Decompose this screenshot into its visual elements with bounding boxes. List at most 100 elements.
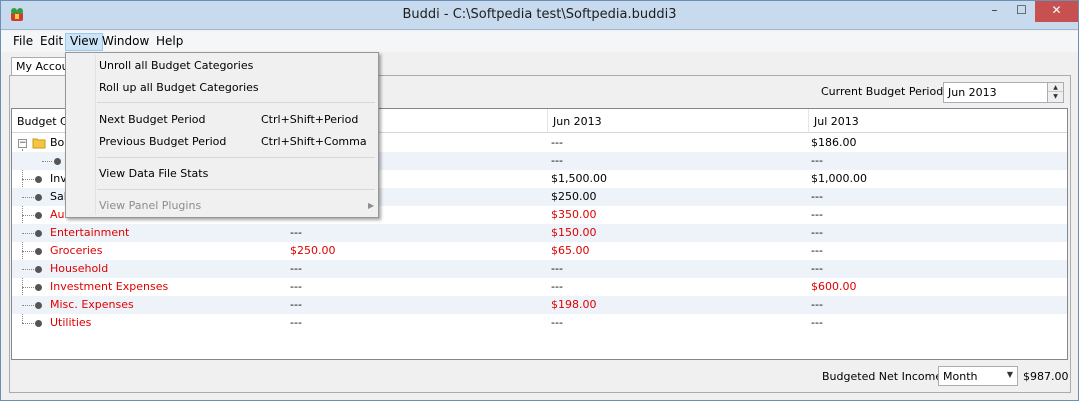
budget-period-spinner[interactable]: Jun 2013 ▲ ▼	[943, 82, 1064, 103]
cell-may: $250.00	[290, 244, 336, 257]
menu-separator	[97, 157, 375, 158]
cell-jul: ---	[811, 154, 823, 167]
app-window: Buddi - C:\Softpedia test\Softpedia.budd…	[0, 0, 1079, 401]
cell-jul: ---	[811, 226, 823, 239]
menu-help[interactable]: Help	[152, 33, 187, 51]
menu-item-rollup-categories[interactable]: Roll up all Budget Categories	[99, 78, 259, 98]
cell-jun: $350.00	[551, 208, 597, 221]
bullet-icon	[35, 266, 42, 273]
cell-jun: $250.00	[551, 190, 597, 203]
menu-icon-gutter	[68, 55, 96, 215]
cell-may: ---	[290, 226, 302, 239]
category-name: Household	[50, 262, 109, 275]
table-row[interactable]: Entertainment --- $150.00 ---	[12, 224, 1067, 242]
collapse-icon[interactable]: −	[18, 139, 27, 148]
cell-jul: ---	[811, 244, 823, 257]
spin-up-icon[interactable]: ▲	[1048, 83, 1063, 92]
menu-item-panel-plugins: View Panel Plugins	[99, 199, 202, 212]
minimize-button[interactable]: –	[981, 1, 1008, 22]
menu-edit[interactable]: Edit	[36, 33, 67, 51]
cell-jun: ---	[551, 154, 563, 167]
shortcut-next-period: Ctrl+Shift+Period	[261, 113, 359, 126]
cell-jun: $198.00	[551, 298, 597, 311]
tree-connector	[22, 215, 34, 216]
category-name: Misc. Expenses	[50, 298, 134, 311]
cell-may: ---	[290, 262, 302, 275]
window-title: Buddi - C:\Softpedia test\Softpedia.budd…	[402, 7, 677, 22]
tree-connector	[22, 323, 34, 324]
cell-jul: $600.00	[811, 280, 857, 293]
bullet-icon	[35, 284, 42, 291]
cell-jul: $1,000.00	[811, 172, 867, 185]
spin-down-icon[interactable]: ▼	[1048, 92, 1063, 101]
menu-separator	[97, 189, 375, 190]
menu-item-unroll-categories[interactable]: Unroll all Budget Categories	[99, 56, 253, 76]
menu-item-previous-period[interactable]: Previous Budget Period	[99, 132, 226, 152]
column-header-jun[interactable]: Jun 2013	[548, 109, 809, 133]
cell-jun: ---	[551, 316, 563, 329]
bullet-icon	[35, 302, 42, 309]
folder-icon	[32, 138, 46, 149]
menu-separator	[97, 102, 375, 103]
bullet-icon	[35, 248, 42, 255]
cell-jun: ---	[551, 262, 563, 275]
cell-jul: ---	[811, 316, 823, 329]
view-menu-dropdown: Unroll all Budget Categories Roll up all…	[65, 52, 379, 218]
bullet-icon	[35, 176, 42, 183]
close-button[interactable]: ✕	[1035, 1, 1078, 22]
tree-connector	[22, 233, 34, 234]
maximize-button[interactable]: ☐	[1008, 1, 1035, 22]
table-row[interactable]: Groceries $250.00 $65.00 ---	[12, 242, 1067, 260]
menu-bar: File Edit View Window Help	[1, 31, 1078, 52]
menu-item-data-file-stats[interactable]: View Data File Stats	[99, 164, 208, 184]
cell-jun: ---	[551, 280, 563, 293]
cell-may: ---	[290, 316, 302, 329]
menu-window[interactable]: Window	[98, 33, 153, 51]
table-row[interactable]: Utilities --- --- ---	[12, 314, 1067, 332]
net-income-amount: $987.00	[1023, 370, 1069, 383]
tree-connector	[22, 305, 34, 306]
column-header-jul[interactable]: Jul 2013	[809, 109, 1067, 133]
menu-file[interactable]: File	[9, 33, 37, 51]
menu-item-next-period[interactable]: Next Budget Period	[99, 110, 205, 130]
cell-jun: ---	[551, 136, 563, 149]
tree-connector	[42, 161, 52, 162]
submenu-arrow-icon: ▶	[368, 201, 375, 210]
category-name: Entertainment	[50, 226, 130, 239]
cell-jul: ---	[811, 208, 823, 221]
table-row[interactable]: Misc. Expenses --- $198.00 ---	[12, 296, 1067, 314]
bullet-icon	[35, 230, 42, 237]
shortcut-previous-period: Ctrl+Shift+Comma	[261, 135, 367, 148]
tab-my-accounts[interactable]: My Accou	[11, 57, 73, 76]
table-row[interactable]: Household --- --- ---	[12, 260, 1067, 278]
cell-jul: ---	[811, 190, 823, 203]
tree-connector	[22, 251, 34, 252]
bullet-icon	[35, 320, 42, 327]
budget-period-label: Current Budget Period	[821, 85, 944, 98]
chevron-down-icon[interactable]: ▼	[1007, 370, 1013, 379]
cell-jun: $65.00	[551, 244, 590, 257]
cell-may: ---	[290, 280, 302, 293]
tree-connector	[22, 269, 34, 270]
category-name: Investment Expenses	[50, 280, 169, 293]
category-name: Utilities	[50, 316, 92, 329]
cell-jun: $150.00	[551, 226, 597, 239]
tree-connector	[22, 179, 34, 180]
tree-connector	[22, 287, 34, 288]
cell-may: ---	[290, 298, 302, 311]
table-row[interactable]: Investment Expenses --- --- $600.00	[12, 278, 1067, 296]
budget-period-value[interactable]: Jun 2013	[948, 86, 997, 99]
cell-jul: $186.00	[811, 136, 857, 149]
category-name: Groceries	[50, 244, 103, 257]
period-type-value[interactable]: Month	[943, 370, 977, 383]
cell-jun: $1,500.00	[551, 172, 607, 185]
cell-jul: ---	[811, 262, 823, 275]
net-income-label: Budgeted Net Income /	[822, 370, 950, 383]
period-type-select[interactable]: Month ▼	[938, 366, 1018, 386]
bullet-icon	[35, 194, 42, 201]
tree-connector	[22, 197, 34, 198]
bullet-icon	[35, 212, 42, 219]
spinner-buttons: ▲ ▼	[1047, 83, 1063, 102]
cell-jul: ---	[811, 298, 823, 311]
title-bar[interactable]: Buddi - C:\Softpedia test\Softpedia.budd…	[1, 1, 1078, 30]
